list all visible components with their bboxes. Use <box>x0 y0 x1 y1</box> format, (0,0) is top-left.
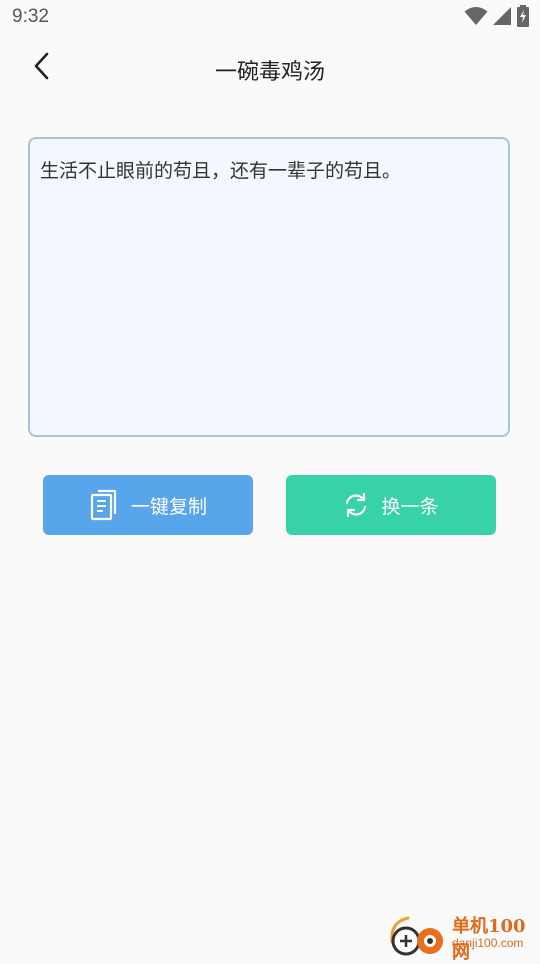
copy-button-label: 一键复制 <box>130 495 207 518</box>
refresh-icon <box>343 492 369 518</box>
watermark-domain: danji100.com <box>452 936 524 950</box>
app-bar: 一碗毒鸡汤 <box>0 40 540 96</box>
status-icons <box>464 5 530 31</box>
quote-text-area[interactable]: 生活不止眼前的苟且，还有一辈子的苟且。 <box>28 137 510 437</box>
status-bar: 9:32 <box>0 0 540 36</box>
next-quote-button[interactable]: 换一条 <box>286 475 496 535</box>
battery-charging-icon <box>516 5 530 31</box>
status-time: 9:32 <box>12 6 49 27</box>
cell-signal-icon <box>492 6 512 30</box>
watermark-logo-icon <box>386 912 450 962</box>
page-title: 一碗毒鸡汤 <box>214 60 325 85</box>
copy-button[interactable]: 一键复制 <box>43 475 253 535</box>
quote-text: 生活不止眼前的苟且，还有一辈子的苟且。 <box>40 160 402 182</box>
watermark: 单机100网 danji100.com <box>386 912 536 963</box>
copy-document-icon <box>89 489 119 521</box>
wifi-icon <box>464 6 488 30</box>
next-quote-button-label: 换一条 <box>381 495 439 518</box>
